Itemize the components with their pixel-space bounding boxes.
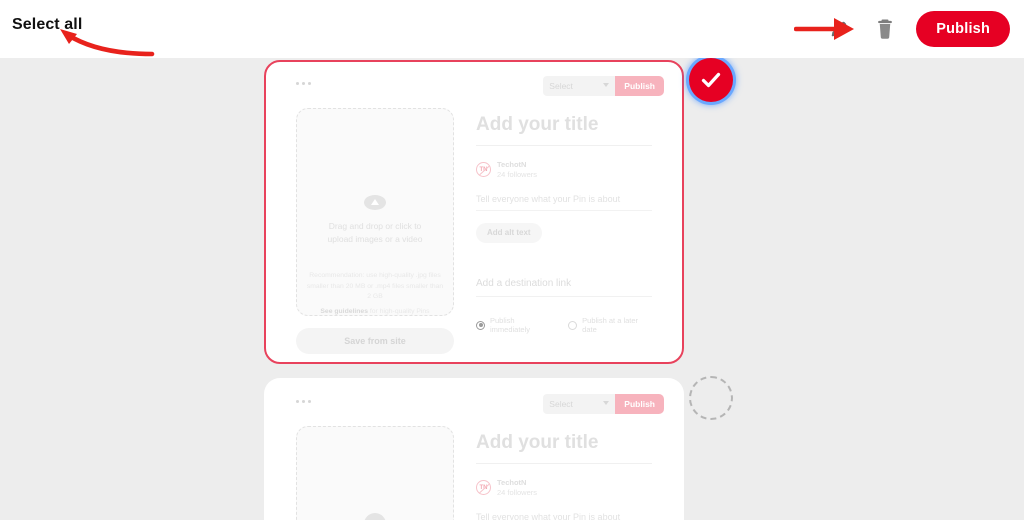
pin-title-input[interactable]: Add your title	[476, 114, 652, 146]
pin-description-input[interactable]: Tell everyone what your Pin is about	[476, 194, 652, 211]
top-toolbar: Select all Publish	[0, 0, 1024, 58]
radio-unselected-icon	[568, 320, 578, 330]
card-2-body: Drag and drop or click to upload images …	[266, 426, 682, 520]
board-select-dropdown[interactable]: Select	[543, 76, 616, 96]
see-guidelines-link[interactable]: See guidelines	[320, 308, 368, 315]
pin-cards-board: Select Publish Drag and drop or click to…	[0, 58, 1024, 520]
radio-label-later: Publish at a later date	[582, 316, 639, 334]
radio-label-immediately: Publish immediately	[490, 316, 531, 334]
avatar: TN	[476, 162, 491, 178]
app-root: Select all Publish Select Publish Drag a…	[0, 0, 1024, 520]
add-alt-text-button[interactable]: Add alt text	[476, 222, 542, 243]
card-1-body: Drag and drop or click to upload images …	[266, 108, 682, 354]
more-options-icon[interactable]	[296, 400, 311, 403]
profile-text: TechotN 24 followers	[497, 160, 537, 180]
upload-dropzone[interactable]: Drag and drop or click to upload images …	[296, 108, 454, 316]
profile-name: TechotN	[497, 160, 527, 169]
dropzone-recommendation: Recommendation: use high-quality .jpg fi…	[306, 272, 444, 301]
dropzone-main-text: Drag and drop or click to upload images …	[327, 220, 423, 244]
radio-publish-later[interactable]: Publish at a later date	[568, 316, 652, 334]
upload-arrow-icon	[364, 513, 386, 520]
card-2-header-actions: Select Publish	[543, 394, 664, 414]
chevron-down-icon	[603, 83, 610, 87]
trash-icon	[878, 19, 893, 39]
card-publish-button[interactable]: Publish	[615, 394, 664, 414]
card-1-header: Select Publish	[266, 62, 682, 108]
profile-text: TechotN 24 followers	[497, 478, 537, 498]
card-1-selected-checkbox[interactable]	[689, 58, 733, 102]
board-select-value: Select	[549, 81, 573, 91]
profile-followers: 24 followers	[497, 169, 538, 179]
pin-description-input[interactable]: Tell everyone what your Pin is about	[476, 512, 652, 520]
card-1-media-column: Drag and drop or click to upload images …	[296, 108, 454, 354]
pin-card-2[interactable]: Select Publish Drag and drop or click to…	[264, 378, 684, 520]
card-2-unselected-checkbox[interactable]	[689, 376, 733, 420]
upload-dropzone[interactable]: Drag and drop or click to upload images …	[296, 426, 454, 520]
card-2-fields-column: Add your title TN TechotN 24 followers T…	[476, 426, 652, 520]
board-select-dropdown[interactable]: Select	[543, 394, 616, 414]
profile-row: TN TechotN 24 followers	[476, 160, 652, 180]
profile-followers: 24 followers	[497, 487, 538, 497]
pin-title-input[interactable]: Add your title	[476, 432, 652, 464]
guidelines-suffix: for high-quality Pins	[368, 308, 430, 315]
publish-button[interactable]: Publish	[916, 11, 1010, 47]
upload-arrow-icon	[364, 195, 386, 210]
delete-button[interactable]	[870, 14, 900, 44]
profile-name: TechotN	[497, 478, 527, 487]
card-2-media-column: Drag and drop or click to upload images …	[296, 426, 454, 520]
save-from-site-button[interactable]: Save from site	[296, 328, 454, 354]
pencil-icon	[831, 21, 847, 37]
more-options-icon[interactable]	[296, 82, 311, 85]
card-publish-button[interactable]: Publish	[615, 76, 664, 96]
select-all-label[interactable]: Select all	[12, 16, 82, 34]
card-2-header: Select Publish	[266, 380, 682, 426]
board-select-value: Select	[549, 399, 573, 409]
dropzone-guidelines: See guidelines for high-quality Pins	[320, 308, 429, 315]
pin-card-1[interactable]: Select Publish Drag and drop or click to…	[264, 60, 684, 364]
chevron-down-icon	[603, 401, 610, 405]
toolbar-actions: Publish	[824, 0, 1010, 58]
destination-link-input[interactable]: Add a destination link	[476, 278, 652, 297]
check-icon	[701, 72, 721, 88]
profile-row: TN TechotN 24 followers	[476, 478, 652, 498]
schedule-radio-group: Publish immediately Publish at a later d…	[476, 316, 652, 334]
radio-selected-icon	[476, 320, 485, 330]
edit-button[interactable]	[824, 14, 854, 44]
radio-publish-immediately[interactable]: Publish immediately	[476, 316, 554, 334]
avatar: TN	[476, 480, 491, 496]
card-1-fields-column: Add your title TN TechotN 24 followers T…	[476, 108, 652, 354]
card-1-header-actions: Select Publish	[543, 76, 664, 96]
